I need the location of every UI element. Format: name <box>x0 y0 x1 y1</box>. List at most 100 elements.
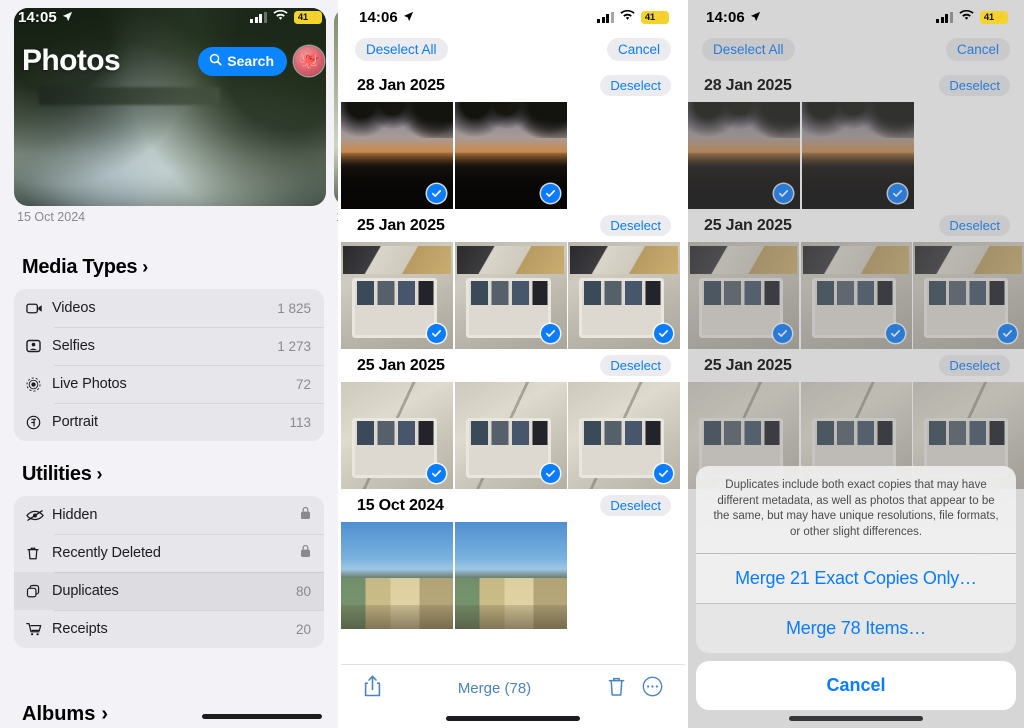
wifi-icon <box>959 8 974 26</box>
battery-bolt-icon: ⚡ <box>993 11 1005 22</box>
duplicates-scroll-area[interactable]: 28 Jan 2025 Deselect 25 Jan 2025 Deselec… <box>341 69 685 629</box>
sidebar-item-selfies[interactable]: Selfies 1 273 <box>14 327 324 365</box>
selected-check-icon <box>427 464 446 483</box>
sidebar-item-videos[interactable]: Videos 1 825 <box>14 289 324 327</box>
photos-header: Photos Search 🐙 <box>0 40 338 82</box>
merge-items-button[interactable]: Merge 78 Items… <box>696 603 1016 653</box>
status-time-group: 14:06 <box>359 9 414 26</box>
sidebar-item-receipts[interactable]: Receipts 20 <box>14 610 324 648</box>
deselect-all-button[interactable]: Deselect All <box>355 38 448 61</box>
battery-percent: 41 <box>644 11 655 23</box>
photo-thumbnail[interactable] <box>341 522 453 629</box>
thumbnail-row <box>341 382 685 489</box>
media-types-list: Videos 1 825 Selfies 1 273 Live Photos 7… <box>14 289 324 441</box>
battery-badge: 41 ⚡ <box>979 10 1008 24</box>
group-header: 15 Oct 2024 Deselect <box>341 489 685 522</box>
status-indicators: 41 ⚡ <box>597 8 669 26</box>
avatar[interactable]: 🐙 <box>294 46 324 76</box>
battery-badge: 41 ⚡ <box>293 10 322 24</box>
section-header-utilities[interactable]: Utilities › <box>14 441 324 496</box>
utilities-list: Hidden Recently Deleted Duplicates 80 Re… <box>14 496 324 648</box>
search-icon <box>209 53 222 69</box>
section-header-albums[interactable]: Albums › <box>0 691 108 726</box>
selected-check-icon <box>540 184 560 203</box>
wifi-icon <box>620 8 635 26</box>
photo-thumbnail[interactable] <box>454 242 567 349</box>
group-date: 25 Jan 2025 <box>357 216 445 234</box>
selected-check-icon <box>654 324 673 343</box>
duplicate-icon <box>26 584 52 599</box>
sidebar-item-duplicates[interactable]: Duplicates 80 <box>14 572 324 610</box>
section-title: Media Types <box>22 256 138 278</box>
status-bar-panel3: 14:06 41 ⚡ <box>688 0 1024 34</box>
photo-thumbnail[interactable] <box>341 102 453 209</box>
hero-photo-peek-date: 15 <box>336 210 338 224</box>
more-circle-icon[interactable] <box>642 676 663 702</box>
group-deselect-button[interactable]: Deselect <box>600 495 671 516</box>
sidebar-item-hidden[interactable]: Hidden <box>14 496 324 534</box>
trash-icon <box>26 546 52 561</box>
sidebar-item-label: Selfies <box>52 338 95 354</box>
status-time-group: 14:05 <box>18 9 73 26</box>
battery-badge: 41 ⚡ <box>640 10 669 24</box>
sidebar-item-count: 1 273 <box>277 338 311 354</box>
sidebar-item-label: Videos <box>52 300 96 316</box>
location-arrow-icon <box>403 9 414 26</box>
action-sheet-message: Duplicates include both exact copies tha… <box>696 466 1016 554</box>
cellular-signal-icon <box>936 11 953 23</box>
sidebar-sections: Media Types › Videos 1 825 Selfies 1 273 <box>0 246 338 648</box>
section-header-media-types[interactable]: Media Types › <box>14 246 324 289</box>
thumbnail-row <box>341 102 685 209</box>
merge-button[interactable]: Merge (78) <box>458 680 531 697</box>
header-actions: Search 🐙 <box>198 46 324 76</box>
selected-check-icon <box>540 324 560 343</box>
toolbar-right-icons <box>607 676 663 702</box>
photo-thumbnail[interactable] <box>568 382 680 489</box>
wifi-icon <box>273 8 288 26</box>
battery-percent: 41 <box>983 11 994 23</box>
merge-exact-copies-button[interactable]: Merge 21 Exact Copies Only… <box>696 554 1016 603</box>
sidebar-item-count: 1 825 <box>277 300 311 316</box>
thumbnail-row <box>341 522 685 629</box>
group-deselect-button[interactable]: Deselect <box>600 355 671 376</box>
screenshot-stage: 15 Oct 2024 15 14:05 41⚡ Photos <box>0 0 1024 728</box>
sidebar-item-live-photos[interactable]: Live Photos 72 <box>14 365 324 403</box>
group-date: 15 Oct 2024 <box>357 496 444 514</box>
sidebar-item-recently-deleted[interactable]: Recently Deleted <box>14 534 324 572</box>
group-deselect-button[interactable]: Deselect <box>600 75 671 96</box>
battery-percent: 41 <box>297 11 308 23</box>
lock-icon <box>300 544 311 563</box>
search-button[interactable]: Search <box>198 46 287 76</box>
selected-check-icon <box>654 464 673 483</box>
photo-thumbnail[interactable] <box>454 522 567 629</box>
hero-photo-card[interactable] <box>14 8 326 206</box>
photo-thumbnail[interactable] <box>454 102 567 209</box>
share-icon[interactable] <box>363 675 382 703</box>
sidebar-item-count: 80 <box>295 583 311 599</box>
status-time: 14:05 <box>18 8 57 26</box>
location-arrow-icon <box>62 9 73 26</box>
selection-nav-bar: Deselect All Cancel <box>341 34 685 69</box>
cancel-button[interactable]: Cancel <box>606 38 671 61</box>
battery-bolt-icon: ⚡ <box>654 11 666 22</box>
group-header: 28 Jan 2025 Deselect <box>341 69 685 102</box>
photo-thumbnail[interactable] <box>341 242 453 349</box>
group-header: 25 Jan 2025 Deselect <box>341 349 685 382</box>
action-sheet-cancel-button[interactable]: Cancel <box>696 661 1016 710</box>
phone-panel-duplicates-selection: 14:06 41 ⚡ Deselect All Cancel 28 Jan 20… <box>341 0 685 728</box>
photo-thumbnail[interactable] <box>341 382 453 489</box>
selected-check-icon <box>427 324 446 343</box>
location-arrow-icon <box>750 9 761 26</box>
sidebar-item-count: 20 <box>295 621 311 637</box>
sidebar-item-label: Receipts <box>52 621 108 637</box>
photo-thumbnail[interactable] <box>568 242 680 349</box>
status-time: 14:06 <box>359 8 398 26</box>
sidebar-item-portrait[interactable]: Portrait 113 <box>14 403 324 441</box>
chevron-right-icon: › <box>96 464 103 484</box>
group-deselect-button[interactable]: Deselect <box>600 215 671 236</box>
trash-icon[interactable] <box>607 676 626 702</box>
status-indicators: 41 ⚡ <box>250 8 322 26</box>
photo-thumbnail[interactable] <box>454 382 567 489</box>
hero-photo-peek-card[interactable] <box>334 8 338 206</box>
sidebar-item-label: Hidden <box>52 507 98 523</box>
